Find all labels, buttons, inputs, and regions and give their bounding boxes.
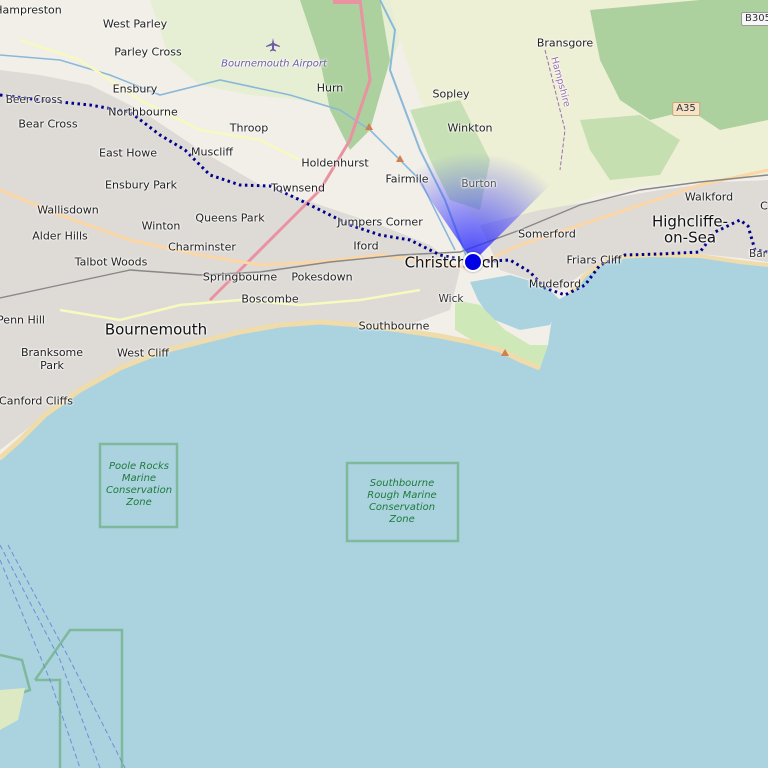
place-label-canford-cliffs: Canford Cliffs xyxy=(0,394,73,408)
place-label-pokesdown: Pokesdown xyxy=(291,270,353,284)
road-shield-b3055: B305 xyxy=(741,12,768,26)
place-label-somerford: Somerford xyxy=(518,227,576,241)
place-label-townsend: Townsend xyxy=(270,181,326,195)
place-label-iford: Iford xyxy=(353,239,379,253)
place-label-bear-cross: Bear Cross xyxy=(18,117,78,131)
place-label-charminster: Charminster xyxy=(168,240,236,254)
place-label-muscliff: Muscliff xyxy=(191,145,233,159)
place-label-bournemouth-airport: Bournemouth Airport xyxy=(221,58,327,70)
place-label-east-howe: East Howe xyxy=(99,146,157,160)
place-label-bournemouth: Bournemouth xyxy=(104,320,208,339)
place-label-ensbury-park: Ensbury Park xyxy=(105,178,177,192)
place-label-parley-cross: Parley Cross xyxy=(114,45,182,59)
place-label-boscombe: Boscombe xyxy=(241,292,299,306)
place-label-edge-partial: C xyxy=(760,199,768,213)
place-label-hampreston: Hampreston xyxy=(0,3,62,17)
place-label-wick: Wick xyxy=(438,292,464,305)
place-label-holdenhurst: Holdenhurst xyxy=(301,156,369,170)
place-label-branksome-park: Branksome Park xyxy=(20,345,84,372)
place-label-fairmile: Fairmile xyxy=(385,172,429,186)
place-label-burton: Burton xyxy=(461,177,497,190)
airplane-icon xyxy=(266,38,280,52)
place-label-walkford: Walkford xyxy=(684,190,734,204)
location-dot-icon[interactable] xyxy=(463,252,483,272)
place-label-beer-cross: Beer Cross xyxy=(5,93,63,106)
place-label-talbot-woods: Talbot Woods xyxy=(74,255,148,269)
place-label-highcliffe: Highcliffe-on-Sea xyxy=(651,212,729,246)
map-view[interactable]: Hampreston West Parley Parley Cross Bour… xyxy=(0,0,768,768)
place-label-penn-hill: Penn Hill xyxy=(0,313,45,327)
place-label-winkton: Winkton xyxy=(447,121,493,135)
marine-zone-label-poole-rocks: Poole Rocks Marine Conservation Zone xyxy=(105,461,173,508)
marine-zone-label-southbourne-rough: Southbourne Rough Marine Conservation Zo… xyxy=(367,478,437,525)
place-label-west-parley: West Parley xyxy=(102,17,168,31)
place-label-alder-hills: Alder Hills xyxy=(32,229,88,243)
place-label-friars-cliff: Friars Cliff xyxy=(566,253,622,267)
place-label-sopley: Sopley xyxy=(432,87,470,101)
place-label-wallisdown: Wallisdown xyxy=(37,203,99,217)
road-top-stub xyxy=(333,0,361,4)
place-label-barton-partial: Bar xyxy=(749,247,767,260)
place-label-west-cliff: West Cliff xyxy=(117,346,169,360)
place-label-throop: Throop xyxy=(229,121,269,135)
place-label-northbourne: Northbourne xyxy=(108,105,178,119)
place-label-ensbury: Ensbury xyxy=(112,82,158,96)
place-label-winton: Winton xyxy=(141,219,181,233)
place-label-queens-park: Queens Park xyxy=(195,211,265,225)
road-shield-a35: A35 xyxy=(672,102,700,116)
place-label-mudeford: Mudeford xyxy=(528,277,582,291)
place-label-bransgore: Bransgore xyxy=(536,36,594,50)
place-label-jumpers-corner: Jumpers Corner xyxy=(337,215,423,229)
place-label-southbourne: Southbourne xyxy=(358,319,430,333)
place-label-christchurch: Christchurch xyxy=(404,253,500,272)
place-label-springbourne: Springbourne xyxy=(202,270,278,284)
place-label-hurn: Hurn xyxy=(316,81,344,95)
